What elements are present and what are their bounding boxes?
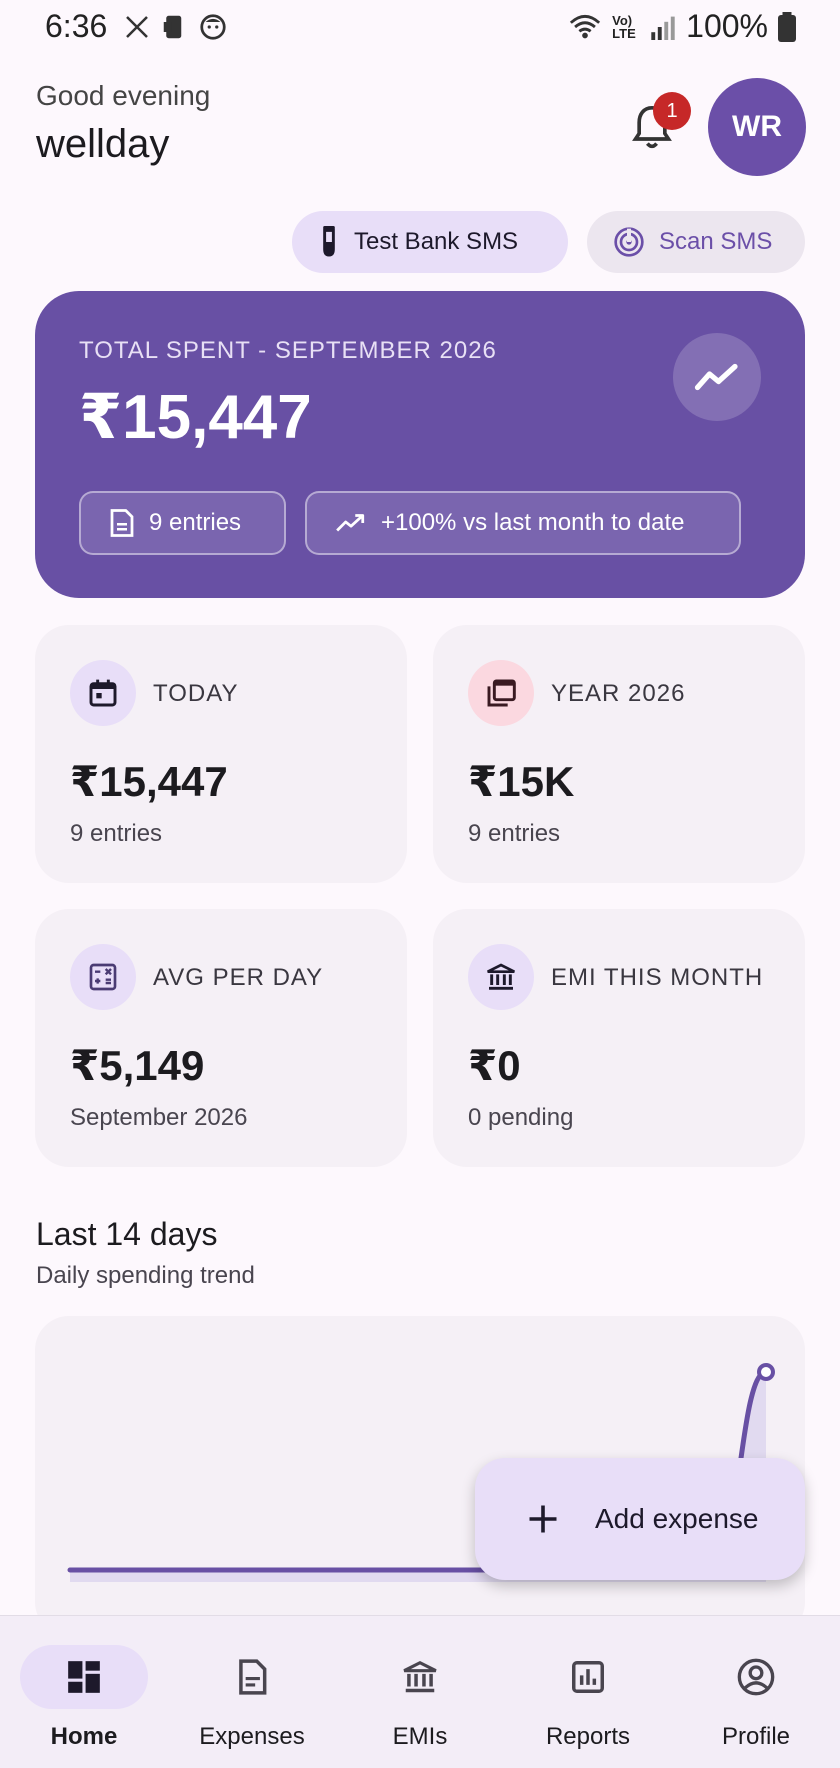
calendar-icon	[89, 679, 117, 707]
nav-emis-label: EMIs	[392, 1723, 448, 1750]
year-label: YEAR 2026	[551, 680, 686, 707]
nav-profile[interactable]: Profile	[672, 1645, 840, 1751]
username: wellday	[36, 122, 170, 166]
avg-label: AVG PER DAY	[153, 964, 324, 991]
avg-icon-wrap	[70, 944, 136, 1010]
today-label: TODAY	[153, 680, 239, 707]
nav-emis[interactable]: EMIs	[336, 1645, 504, 1751]
bar-chart-icon	[572, 1661, 604, 1693]
trend-title: Last 14 days	[36, 1216, 218, 1252]
nav-profile-label: Profile	[721, 1723, 791, 1750]
comparison-pill-label: +100% vs last month to date	[381, 509, 685, 536]
nav-expenses[interactable]: Expenses	[168, 1645, 336, 1751]
trend-button[interactable]	[673, 333, 761, 421]
radar-icon	[614, 227, 644, 257]
device-icon	[163, 15, 182, 39]
avg-value: ₹5,149	[70, 1042, 205, 1089]
nav-expenses-label: Expenses	[199, 1723, 305, 1750]
receipt-icon	[239, 1659, 267, 1695]
nav-home-indicator	[20, 1645, 148, 1709]
dashboard-icon	[68, 1661, 100, 1693]
signal-icon	[651, 16, 675, 40]
comparison-pill[interactable]: +100% vs last month to date	[305, 491, 741, 555]
bank-nav-icon	[403, 1660, 437, 1693]
add-expense-label: Add expense	[595, 1503, 759, 1534]
notification-badge: 1	[653, 92, 691, 130]
test-bank-sms-button[interactable]: Test Bank SMS	[292, 211, 568, 273]
greeting: Good evening	[36, 80, 211, 111]
nav-home[interactable]: Home	[0, 1645, 168, 1751]
status-time: 6:36	[45, 8, 108, 44]
scan-sms-label: Scan SMS	[659, 228, 773, 255]
year-value: ₹15K	[468, 758, 575, 805]
today-sub: 9 entries	[70, 820, 163, 847]
battery-icon	[778, 11, 796, 42]
test-tube-icon	[323, 226, 335, 257]
entries-pill[interactable]: 9 entries	[79, 491, 286, 555]
wifi-icon	[570, 14, 601, 38]
network-type: Vo) LTE	[612, 12, 636, 41]
status-right: Vo) LTE 100%	[568, 8, 796, 45]
missed-call-icon	[126, 16, 148, 38]
calendar-stack-icon	[487, 679, 516, 707]
nav-emis-indicator	[356, 1645, 484, 1709]
entries-pill-label: 9 entries	[149, 509, 242, 536]
trend-subtitle: Daily spending trend	[36, 1262, 255, 1289]
nav-reports-indicator	[524, 1645, 652, 1709]
scan-sms-button[interactable]: Scan SMS	[587, 211, 805, 273]
avatar[interactable]: WR	[708, 78, 806, 176]
total-spent-label: TOTAL SPENT - SEPTEMBER 2026	[79, 337, 497, 364]
avg-sub: September 2026	[70, 1104, 248, 1131]
emi-sub: 0 pending	[468, 1104, 574, 1131]
nav-reports[interactable]: Reports	[504, 1645, 672, 1751]
nav-home-label: Home	[50, 1723, 118, 1750]
plus-icon	[529, 1505, 557, 1533]
add-expense-button[interactable]: Add expense	[475, 1458, 805, 1580]
document-icon	[110, 509, 134, 537]
trending-up-icon	[336, 514, 365, 532]
nav-profile-indicator	[692, 1645, 820, 1709]
account-circle-icon	[737, 1658, 775, 1696]
nav-expenses-indicator	[188, 1645, 316, 1709]
emi-value: ₹0	[468, 1042, 521, 1089]
today-icon-wrap	[70, 660, 136, 726]
emi-label: EMI THIS MONTH	[551, 964, 764, 991]
trending-icon	[694, 363, 738, 391]
trend-point-last	[757, 1363, 775, 1381]
battery-percent: 100%	[686, 8, 768, 44]
year-sub: 9 entries	[468, 820, 561, 847]
face-icon	[200, 14, 226, 40]
test-bank-sms-label: Test Bank SMS	[354, 228, 519, 255]
nav-reports-label: Reports	[545, 1723, 631, 1750]
status-left-icons	[122, 12, 228, 42]
total-spent-amount: ₹15,447	[79, 383, 312, 452]
year-icon-wrap	[468, 660, 534, 726]
today-value: ₹15,447	[70, 758, 228, 805]
bank-icon	[487, 963, 515, 990]
emi-icon-wrap	[468, 944, 534, 1010]
calculator-icon	[89, 963, 117, 991]
